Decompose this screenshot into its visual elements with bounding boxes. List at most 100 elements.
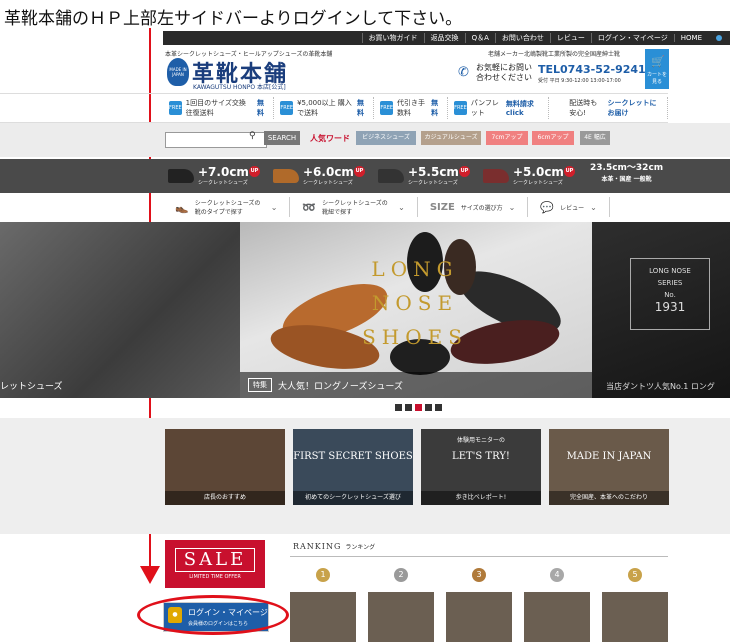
- benefit-accent: 無料請求 click: [505, 100, 534, 117]
- shoe-icon: [378, 169, 404, 183]
- nav-home[interactable]: HOME: [673, 34, 708, 42]
- hero-left-caption: レットシューズ: [0, 382, 63, 392]
- popular-tag[interactable]: 6cmアップ: [532, 131, 574, 145]
- shoe-icon: 👞: [175, 200, 189, 214]
- rank-product-image[interactable]: [524, 592, 590, 642]
- slider-dot[interactable]: [405, 404, 412, 411]
- type-search-item[interactable]: SIZE サイズの選び方 ⌄: [418, 197, 529, 217]
- popular-tag[interactable]: カジュアルシューズ: [421, 131, 481, 145]
- nav-login[interactable]: ログイン・マイページ: [590, 33, 674, 43]
- highlight-circle: [137, 595, 289, 635]
- chevron-down-icon: ⌄: [270, 202, 278, 212]
- left-trim: [0, 93, 163, 123]
- nav-review[interactable]: レビュー: [549, 33, 591, 43]
- benefit-accent: 無料: [357, 99, 365, 117]
- sale-banner[interactable]: SALE LIMITED TIME OFFER: [165, 540, 265, 588]
- series-number: 1931: [654, 300, 686, 314]
- hero-main-slide[interactable]: LONG NOSE SHOES 特集 大人気！ロングノーズシューズ: [240, 222, 592, 398]
- rank-badge: 1: [316, 568, 330, 582]
- shoe-icon: [483, 169, 509, 183]
- rank-product-image[interactable]: [446, 592, 512, 642]
- cart-label: カートを見る: [646, 72, 667, 85]
- rank-product-image[interactable]: [290, 592, 356, 642]
- height-text: +5.0cm UP シークレットシューズ: [513, 166, 575, 186]
- benefits-strip: FREE 1回目のサイズ交換 往復送料 無料 FREE ¥5,000以上 購入で送料 無料…: [163, 93, 668, 123]
- search-icon[interactable]: ⚲: [249, 131, 256, 141]
- nav-returns[interactable]: 返品交換: [423, 33, 465, 43]
- hero-right-caption: 当店ダントツ人気No.1 ロング: [606, 382, 715, 391]
- slider-dot[interactable]: [425, 404, 432, 411]
- height-item[interactable]: +5.0cm UP シークレットシューズ: [483, 162, 583, 190]
- benefit-item[interactable]: FREE ¥5,000以上 購入で送料 無料: [274, 97, 375, 119]
- slider-dot[interactable]: [395, 404, 402, 411]
- type-search-item[interactable]: 👞 シークレットシューズの靴のタイプで探す ⌄: [163, 197, 291, 217]
- benefit-item[interactable]: FREE 代引き手数料 無料: [374, 97, 449, 119]
- feature-caption: 歩き比べレポート!: [421, 491, 541, 505]
- chat-icon: 💬: [540, 200, 555, 214]
- benefit-item[interactable]: FREE パンフレット 無料請求 click: [448, 97, 549, 119]
- nav-faq[interactable]: Q＆A: [464, 33, 495, 43]
- free-icon: [554, 101, 566, 115]
- height-text: +6.0cm UP シークレットシューズ: [303, 166, 365, 186]
- chevron-down-icon: ⌄: [590, 202, 597, 212]
- nav-guide[interactable]: お買い物ガイド: [361, 33, 424, 43]
- feature-tile[interactable]: FIRST SECRET SHOES 初めてのシークレットシューズ選び: [293, 429, 413, 505]
- height-item[interactable]: +6.0cm UP シークレットシューズ: [273, 162, 373, 190]
- rank-product-image[interactable]: [602, 592, 668, 642]
- up-badge: UP: [458, 166, 470, 177]
- type-search-label: サイズの選び方: [460, 204, 503, 212]
- free-icon: FREE: [169, 101, 182, 115]
- popular-tag[interactable]: 7cmアップ: [486, 131, 528, 145]
- height-range-line1: 23.5cm～32cm: [590, 163, 664, 173]
- feature-caption: 店長のおすすめ: [165, 491, 285, 505]
- nav-contact[interactable]: お問い合わせ: [494, 33, 550, 43]
- popular-words-label: 人気ワード: [310, 134, 350, 143]
- shoe-icon: [168, 169, 194, 183]
- slider-dot[interactable]: [435, 404, 442, 411]
- feature-caption: 初めてのシークレットシューズ選び: [293, 491, 413, 505]
- free-icon: FREE: [380, 101, 394, 115]
- made-in-japan-icon: MADE IN JAPAN: [167, 58, 189, 86]
- rank-badge: 2: [394, 568, 408, 582]
- hero-right-slide[interactable]: LONG NOSE SERIES No. 1931 当店ダントツ人気No.1 ロ…: [592, 222, 730, 398]
- height-item[interactable]: +5.5cm UP シークレットシューズ: [378, 162, 478, 190]
- height-sub: シークレットシューズ: [198, 180, 248, 186]
- rank-badge: 5: [628, 568, 642, 582]
- hero-left-slide[interactable]: レットシューズ: [0, 222, 240, 398]
- feature-tile[interactable]: 体験用モニターの LET'S TRY! 歩き比べレポート!: [421, 429, 541, 505]
- hero-main-title: LONG NOSE SHOES: [362, 257, 468, 349]
- type-search-item[interactable]: 💬 レビュー ⌄: [528, 197, 610, 217]
- feature-tile[interactable]: 店長のおすすめ: [165, 429, 285, 505]
- up-badge: UP: [563, 166, 575, 177]
- series-line2: SERIES: [657, 279, 683, 287]
- slider-dots: [395, 404, 442, 411]
- ranking-heading: RANKING ランキング: [293, 542, 375, 551]
- feature-tile[interactable]: MADE IN JAPAN 完全国産、本革へのこだわり: [549, 429, 669, 505]
- rank-product-image[interactable]: [368, 592, 434, 642]
- benefit-item[interactable]: FREE 1回目のサイズ交換 往復送料 無料: [163, 97, 275, 119]
- search-button[interactable]: SEARCH: [264, 131, 300, 145]
- height-text: +7.0cm UP シークレットシューズ: [198, 166, 260, 186]
- ranking-title: RANKING: [293, 542, 342, 551]
- benefit-text: 代引き手数料: [397, 99, 426, 117]
- height-item[interactable]: +7.0cm UP シークレットシューズ: [168, 162, 268, 190]
- height-sub: シークレットシューズ: [303, 180, 353, 186]
- feature-title: MADE IN JAPAN: [566, 451, 652, 462]
- cart-button[interactable]: 🛒 カートを見る: [645, 49, 669, 89]
- height-range[interactable]: 23.5cm～32cm 本革・国産 一般靴: [590, 163, 663, 185]
- hero-main-caption: 大人気！ロングノーズシューズ: [278, 381, 403, 392]
- slider-dot-active[interactable]: [415, 404, 422, 411]
- home-dot-icon: [716, 35, 722, 41]
- size-icon: SIZE: [429, 201, 455, 213]
- type-search-item[interactable]: ➿ シークレットシューズの靴紐で探す ⌄: [290, 197, 418, 217]
- free-icon: FREE: [280, 101, 294, 115]
- feature-title: FIRST SECRET SHOES: [293, 451, 413, 462]
- feature-caption: 完全国産、本革へのこだわり: [549, 491, 669, 505]
- feature-top-text: 体験用モニターの: [456, 437, 505, 444]
- popular-tag[interactable]: 4E 幅広: [580, 131, 610, 145]
- popular-tag[interactable]: ビジネスシューズ: [356, 131, 416, 145]
- feature-title: LET'S TRY!: [452, 451, 510, 462]
- benefit-item[interactable]: 配送時も安心! シークレットにお届け: [549, 97, 668, 119]
- maker-text: 老舗メーカー北嶋製靴工業所製の完全国産紳士靴: [488, 51, 621, 58]
- rank-badge: 4: [550, 568, 564, 582]
